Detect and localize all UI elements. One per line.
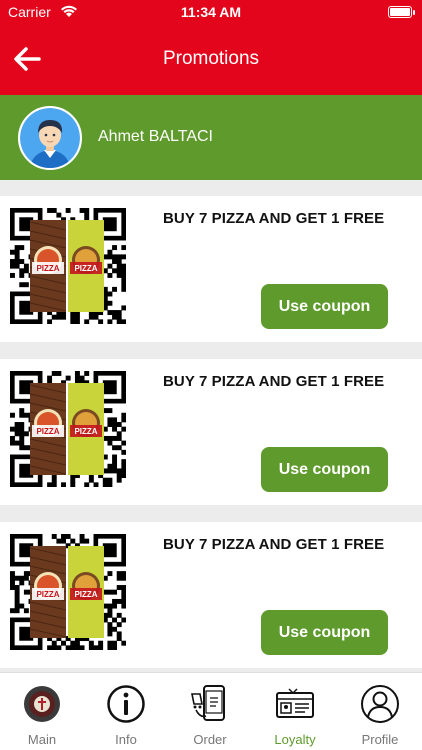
qr-code: PIZZA PIZZA bbox=[10, 208, 127, 325]
promotion-title: BUY 7 PIZZA AND GET 1 FREE bbox=[163, 536, 385, 553]
promotions-list[interactable]: PIZZA PIZZA BUY 7 PIZZA AND GET 1 FREE Us… bbox=[0, 180, 422, 672]
info-icon bbox=[106, 684, 146, 724]
promotion-card: PIZZA PIZZA BUY 7 PIZZA AND GET 1 FREE Us… bbox=[0, 196, 422, 342]
tab-order[interactable]: Order bbox=[168, 673, 252, 750]
use-coupon-button[interactable]: Use coupon bbox=[261, 447, 388, 492]
user-avatar-icon bbox=[18, 106, 82, 170]
use-coupon-button[interactable]: Use coupon bbox=[261, 610, 388, 655]
tab-label: Info bbox=[115, 732, 137, 747]
tab-label: Loyalty bbox=[274, 732, 316, 747]
svg-text:PIZZA: PIZZA bbox=[74, 264, 97, 273]
profile-icon bbox=[360, 684, 400, 724]
page-title: Promotions bbox=[162, 48, 260, 69]
promotion-title: BUY 7 PIZZA AND GET 1 FREE bbox=[163, 373, 385, 390]
status-bar: Carrier 11:34 AM bbox=[0, 0, 422, 24]
loyalty-card-icon bbox=[275, 684, 315, 724]
tab-loyalty[interactable]: Loyalty bbox=[253, 673, 337, 750]
tab-info[interactable]: Info bbox=[84, 673, 168, 750]
tab-label: Main bbox=[27, 732, 57, 747]
clock: 11:34 AM bbox=[180, 4, 242, 20]
order-icon bbox=[190, 684, 230, 724]
navigation-bar: Promotions bbox=[0, 24, 422, 95]
svg-text:PIZZA: PIZZA bbox=[74, 590, 97, 599]
user-header: Ahmet BALTACI bbox=[0, 95, 422, 180]
restaurant-logo-icon bbox=[22, 684, 62, 724]
tab-profile[interactable]: Profile bbox=[338, 673, 422, 750]
use-coupon-button[interactable]: Use coupon bbox=[261, 284, 388, 329]
svg-text:PIZZA: PIZZA bbox=[36, 590, 59, 599]
battery-icon bbox=[388, 6, 415, 18]
svg-text:PIZZA: PIZZA bbox=[36, 264, 59, 273]
qr-code: PIZZA PIZZA bbox=[10, 371, 127, 488]
tab-label: Profile bbox=[361, 732, 399, 747]
qr-code: PIZZA PIZZA bbox=[10, 534, 127, 651]
promotion-card: PIZZA PIZZA BUY 7 PIZZA AND GET 1 FREE Us… bbox=[0, 359, 422, 505]
tab-label: Order bbox=[193, 732, 227, 747]
svg-text:PIZZA: PIZZA bbox=[36, 427, 59, 436]
svg-text:PIZZA: PIZZA bbox=[74, 427, 97, 436]
tab-main[interactable]: Main bbox=[0, 673, 84, 750]
user-name: Ahmet BALTACI bbox=[98, 128, 213, 145]
promotion-card: PIZZA PIZZA BUY 7 PIZZA AND GET 1 FREE Us… bbox=[0, 522, 422, 668]
tab-bar: Main Info Order Loyalty Profile bbox=[0, 672, 422, 750]
promotion-title: BUY 7 PIZZA AND GET 1 FREE bbox=[163, 210, 385, 227]
